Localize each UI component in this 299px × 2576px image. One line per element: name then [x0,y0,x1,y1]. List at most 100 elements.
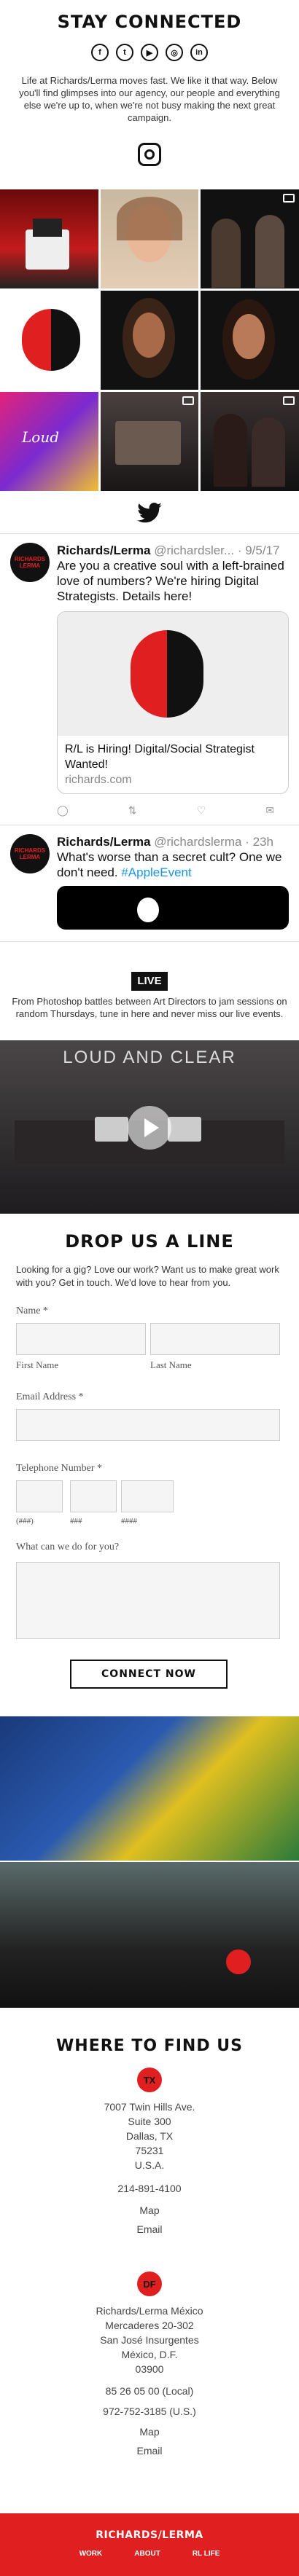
phone-area-input[interactable] [16,1480,63,1512]
twitter-feed: RICHARDS LERMA Richards/Lerma @richardsl… [0,533,299,942]
tweet-handle: @richardsler... [154,543,235,557]
tweet-handle: @richardslerma [154,835,242,849]
df-badge: DF [137,2271,162,2296]
nav-work[interactable]: WORK [79,2550,103,2558]
email-link[interactable]: Email [0,2223,299,2235]
email-label: Email Address * [16,1391,84,1402]
phone-line-hint: #### [121,1517,137,1525]
video-title: LOUD AND CLEAR [63,1048,236,1067]
hashtag-link[interactable]: #AppleEvent [121,865,191,879]
play-icon[interactable] [128,1106,171,1150]
tweet[interactable]: RICHARDS LERMA Richards/Lerma @richardsl… [0,825,299,942]
logo-mark [226,1949,251,1974]
phone-prefix-hint: ### [70,1517,82,1525]
card-image [58,612,288,736]
map-link[interactable]: Map [0,2204,299,2216]
insta-post[interactable] [0,291,98,390]
avatar[interactable]: RICHARDS LERMA [10,834,50,873]
email-field[interactable] [16,1409,280,1441]
address-line: 03900 [135,2363,164,2375]
df-office: DF Richards/Lerma México Mercaderes 20-3… [0,2271,299,2457]
insta-post[interactable] [201,189,299,288]
facebook-icon[interactable]: f [91,44,109,61]
live-text: From Photoshop battles between Art Direc… [12,996,287,1019]
message-label: What can we do for you? [16,1542,120,1552]
insta-post[interactable] [100,392,199,491]
like-icon[interactable]: ♡ [197,803,206,818]
submit-button[interactable]: CONNECT NOW [70,1660,228,1689]
insta-post[interactable]: Loud [0,392,98,491]
address-line: Suite 300 [128,2116,171,2127]
address-line: San José Insurgentes [100,2334,199,2346]
tweet-author[interactable]: Richards/Lerma [57,543,151,557]
office-photo [0,1716,299,1861]
name-label: Name * [16,1305,48,1316]
phone-line-input[interactable] [121,1480,174,1512]
insta-post[interactable] [100,189,199,288]
message-textarea[interactable] [16,1562,280,1639]
tweet[interactable]: RICHARDS LERMA Richards/Lerma @richardsl… [0,534,299,825]
phone-label: Telephone Number * [16,1463,102,1474]
tx-office: TX 7007 Twin Hills Ave. Suite 300 Dallas… [0,2068,299,2235]
reply-icon[interactable]: ◯ [57,803,69,818]
nav-about[interactable]: ABOUT [134,2550,160,2558]
tweet-author[interactable]: Richards/Lerma [57,835,151,849]
phone-area-hint: (###) [16,1517,34,1525]
tweet-card[interactable]: R/L is Hiring! Digital/Social Strategist… [57,611,289,794]
last-name-input[interactable] [150,1323,280,1355]
address-line: Mercaderes 20-302 [105,2320,194,2331]
instagram-icon[interactable] [138,143,161,166]
twitter-icon[interactable]: t [116,44,133,61]
tweet-text: Are you a creative soul with a left-brai… [57,559,284,603]
retweet-icon[interactable]: ⇅ [128,803,137,818]
map-link[interactable]: Map [0,2426,299,2438]
phone-link[interactable]: 214-891-4100 [0,2183,299,2194]
insta-post[interactable] [100,291,199,390]
first-name-input[interactable] [16,1323,146,1355]
stay-connected-title: STAY CONNECTED [57,12,242,32]
address-line: 7007 Twin Hills Ave. [104,2101,195,2113]
instagram-grid: Loud [0,189,299,491]
video-icon [283,194,295,203]
address-line: Richards/Lerma México [96,2305,203,2317]
video-icon [182,396,195,405]
dm-icon[interactable]: ✉ [265,803,274,818]
insta-post[interactable] [201,392,299,491]
address-line: 75231 [135,2145,164,2156]
tweet-time[interactable]: · 9/5/17 [238,543,280,557]
footer: RICHARDS/LERMA WORK ABOUT RL LIFE [0,2513,299,2576]
tweet-image[interactable] [57,886,289,930]
phone-link[interactable]: 972-752-3185 (U.S.) [0,2406,299,2417]
footer-logo[interactable]: RICHARDS/LERMA [0,2529,299,2541]
linkedin-icon[interactable]: in [190,44,208,61]
form-intro: Looking for a gig? Love our work? Want u… [16,1264,279,1288]
video-icon [283,396,295,405]
email-link[interactable]: Email [0,2445,299,2457]
tweet-time[interactable]: · 23h [245,835,273,849]
address-line: U.S.A. [134,2159,165,2171]
live-badge: LIVE [131,972,168,991]
avatar[interactable]: RICHARDS LERMA [10,543,50,582]
card-title: R/L is Hiring! Digital/Social Strategist… [65,743,255,771]
youtube-icon[interactable]: ▶ [141,44,158,61]
instagram-icon[interactable]: ◎ [166,44,183,61]
address-line: México, D.F. [121,2349,178,2360]
twitter-icon[interactable] [137,502,162,528]
tweet-actions: ◯ ⇅ ♡ ✉ [57,803,289,818]
form-title: DROP US A LINE [65,1231,234,1252]
insta-post[interactable] [201,291,299,390]
tx-badge: TX [137,2068,162,2092]
social-icons: f t ▶ ◎ in [0,38,299,61]
live-video[interactable]: LOUD AND CLEAR [0,1040,299,1214]
phone-link[interactable]: 85 26 05 00 (Local) [0,2385,299,2397]
address-line: Dallas, TX [125,2130,174,2142]
insta-post[interactable] [0,189,98,288]
last-name-label: Last Name [150,1359,192,1370]
phone-prefix-input[interactable] [70,1480,117,1512]
stay-intro: Life at Richards/Lerma moves fast. We li… [19,75,280,123]
find-title: WHERE TO FIND US [56,2037,243,2055]
nav-rl-life[interactable]: RL LIFE [193,2550,220,2558]
apple-icon [137,898,159,922]
card-domain: richards.com [65,774,132,786]
graffiti-photo [0,1862,299,2008]
